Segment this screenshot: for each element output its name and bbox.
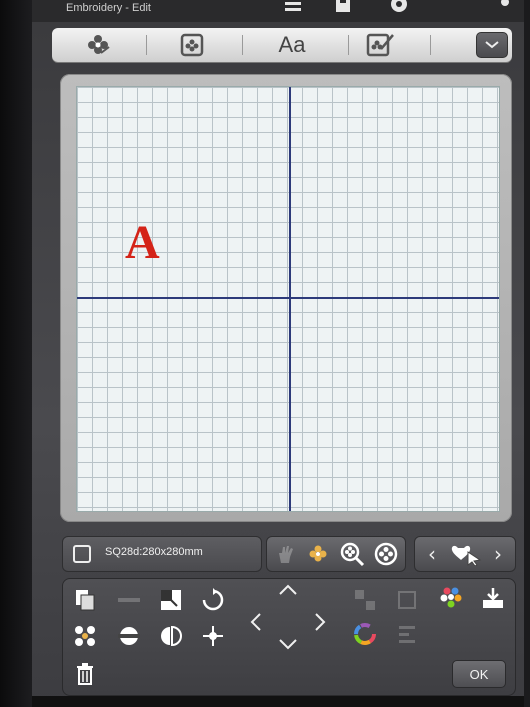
- duplicate-icon: [76, 590, 95, 611]
- align-button[interactable]: [392, 620, 422, 648]
- trash-icon: [77, 663, 93, 685]
- text-letters-icon: Aa: [278, 32, 306, 57]
- download-icon: [483, 588, 503, 608]
- move-arrows: [240, 582, 340, 656]
- stitch-edit-button[interactable]: [392, 586, 422, 614]
- resize-icon: [161, 590, 181, 610]
- tab-embroidery[interactable]: [76, 30, 120, 60]
- design-letter[interactable]: A: [125, 219, 161, 267]
- chevron-left-icon: ‹: [428, 542, 436, 566]
- settings-icon[interactable]: [388, 0, 410, 16]
- mirror-flip-icon: [161, 625, 182, 647]
- design-select-button[interactable]: [303, 539, 333, 569]
- hoop-selector[interactable]: SQ28d:280x280mm: [62, 536, 262, 572]
- color-design-button[interactable]: [436, 584, 466, 612]
- multicolor-design-icon: [440, 587, 462, 608]
- window-title: Embroidery - Edit: [66, 2, 151, 14]
- delete-button[interactable]: [70, 660, 100, 688]
- design-select-icon: [309, 545, 327, 562]
- previous-design-button[interactable]: ‹: [417, 539, 447, 569]
- tab-design-frame[interactable]: [170, 30, 214, 60]
- select-design-button[interactable]: [449, 539, 483, 569]
- horizontal-axis: [77, 297, 499, 299]
- zoom-in-icon: [340, 542, 365, 567]
- tab-separator: [146, 35, 147, 55]
- zoom-group: [266, 536, 406, 572]
- hoop-checkbox[interactable]: [73, 545, 91, 563]
- group-button[interactable]: [70, 622, 100, 650]
- pan-button[interactable]: [271, 539, 301, 569]
- color-wheel-button[interactable]: [350, 620, 380, 648]
- array-button[interactable]: [350, 586, 380, 614]
- stitch-edit-icon: [398, 591, 416, 609]
- tool-tab-bar: Aa: [52, 28, 512, 62]
- align-icon: [399, 626, 415, 643]
- tab-separator: [242, 35, 243, 55]
- device-bezel: [0, 0, 36, 707]
- resize-button[interactable]: [156, 586, 186, 614]
- move-left-icon[interactable]: [248, 610, 264, 634]
- bottom-bezel: [32, 696, 524, 707]
- move-down-icon[interactable]: [276, 636, 300, 652]
- abc-text-icon: [118, 598, 140, 602]
- ok-button[interactable]: OK: [452, 660, 506, 688]
- hoop-label: SQ28d:280x280mm: [105, 546, 203, 558]
- tab-separator: [430, 35, 431, 55]
- embroidery-canvas[interactable]: A: [76, 86, 500, 512]
- zoom-in-button[interactable]: [337, 539, 367, 569]
- array-icon: [355, 590, 375, 610]
- chevron-right-icon: ›: [494, 542, 502, 566]
- pan-hand-icon: [279, 546, 293, 563]
- color-wheel-icon: [354, 623, 376, 645]
- info-icon[interactable]: [494, 0, 516, 16]
- text-abc-button[interactable]: [114, 586, 144, 614]
- save-icon[interactable]: [332, 0, 354, 16]
- vertical-axis: [289, 87, 291, 511]
- embroidery-design-icon: [88, 35, 110, 54]
- duplicate-button[interactable]: [70, 586, 100, 614]
- border-sphere-icon: [118, 627, 140, 645]
- center-point-icon: [203, 626, 223, 646]
- tab-text[interactable]: Aa: [262, 30, 322, 60]
- center-button[interactable]: [198, 622, 228, 650]
- rotate-button[interactable]: [198, 586, 228, 614]
- rotate-icon: [202, 588, 224, 611]
- zoom-out-button[interactable]: [371, 539, 401, 569]
- next-design-button[interactable]: ›: [483, 539, 513, 569]
- chevron-down-icon: [485, 41, 499, 49]
- mirror-button[interactable]: [156, 622, 186, 650]
- select-design-icon: [451, 545, 482, 566]
- zoom-out-icon: [374, 542, 398, 566]
- tab-separator: [348, 35, 349, 55]
- edit-design-icon: [366, 33, 394, 57]
- border-button[interactable]: [114, 622, 144, 650]
- group-designs-icon: [75, 626, 95, 646]
- toolbar-dropdown-button[interactable]: [476, 32, 508, 58]
- send-to-machine-button[interactable]: [478, 584, 508, 612]
- move-up-icon[interactable]: [276, 582, 300, 598]
- design-navigation: ‹ ›: [414, 536, 516, 572]
- move-right-icon[interactable]: [312, 610, 328, 634]
- design-frame-icon: [180, 33, 204, 57]
- menu-icon[interactable]: [282, 0, 304, 16]
- tab-edit-design[interactable]: [358, 30, 402, 60]
